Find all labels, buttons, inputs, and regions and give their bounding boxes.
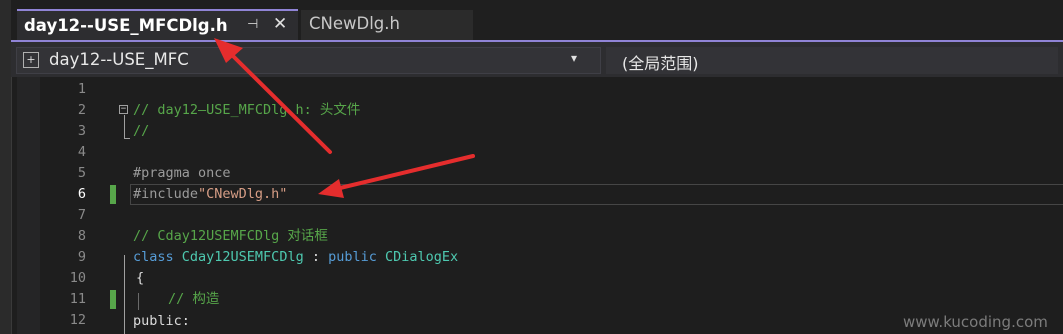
arrow-to-include xyxy=(338,154,475,190)
arrow-to-tab xyxy=(230,53,332,154)
watermark-text: www.kucoding.com xyxy=(903,313,1048,331)
ide-window: day12--USE_MFCDlg.h ⊣ ✕ CNewDlg.h + day1… xyxy=(0,0,1063,334)
annotation-arrows xyxy=(214,38,475,198)
arrow-head-include xyxy=(318,179,344,198)
